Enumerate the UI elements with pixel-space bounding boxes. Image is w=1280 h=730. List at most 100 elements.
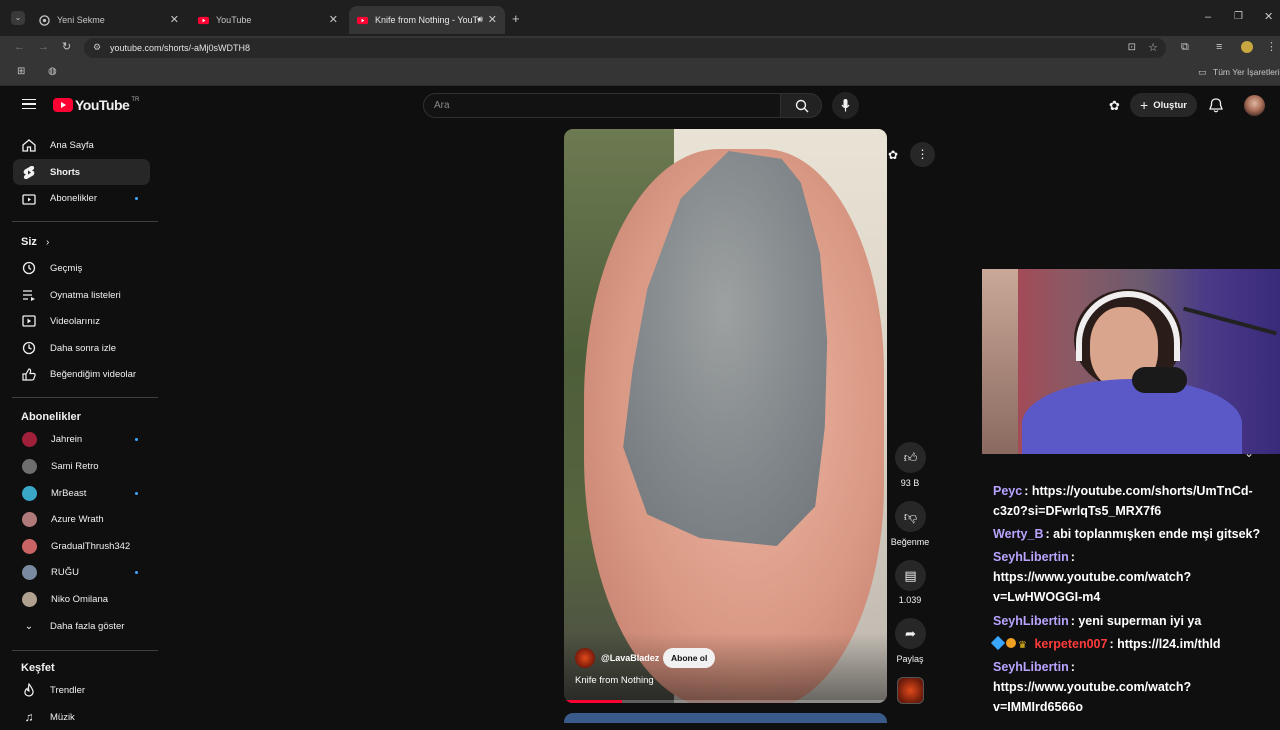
cam-microphone	[1132, 367, 1187, 393]
new-content-dot	[135, 438, 138, 441]
sidebar-item-watch-later[interactable]: Daha sonra izle	[13, 335, 150, 361]
extensions-icon[interactable]: ⧉	[1181, 42, 1189, 53]
trending-icon	[21, 682, 37, 698]
sidebar-item-music[interactable]: ♫ Müzik	[13, 704, 150, 730]
tab-youtube[interactable]: YouTube ✕	[190, 6, 346, 34]
profile-icon[interactable]	[1241, 41, 1253, 53]
dislike-button[interactable]: 👎︎	[895, 501, 926, 532]
search-button[interactable]	[780, 93, 822, 118]
watch-later-icon	[21, 340, 37, 356]
comment-count: 1.039	[898, 595, 922, 605]
share-icon: ➦	[905, 625, 916, 641]
sidebar-item-history[interactable]: Geçmiş	[13, 255, 150, 281]
subscription-item-rugu[interactable]: RUĞU	[13, 559, 150, 585]
menu-icon[interactable]: ⋮	[1266, 42, 1277, 53]
tab-new-tab[interactable]: Yeni Sekme ✕	[31, 6, 187, 34]
tab-search-icon[interactable]: ⌄	[11, 11, 25, 25]
channel-avatar	[22, 431, 37, 447]
shorts-extension-icon[interactable]: ✿	[1109, 98, 1120, 114]
more-options-button[interactable]: ⋮	[910, 142, 935, 167]
browser-tab-bar: ⌄ Yeni Sekme ✕ YouTube ✕ Knife from Noth…	[0, 0, 1280, 36]
chat-scroll-down-icon[interactable]: ⌄	[1244, 446, 1254, 460]
next-short-preview[interactable]	[564, 713, 887, 723]
minimize-icon[interactable]: –	[1205, 12, 1211, 23]
chat-message-cont: v=IMMIrd6566o	[993, 700, 1083, 714]
forward-icon[interactable]: →	[38, 42, 49, 53]
channel-avatar[interactable]	[575, 648, 595, 668]
close-icon[interactable]: ✕	[170, 13, 179, 26]
install-icon[interactable]: ⊡	[1128, 42, 1136, 53]
share-button[interactable]: ➦	[895, 618, 926, 649]
all-bookmarks-link[interactable]: Tüm Yer İşaretleri	[1213, 68, 1280, 77]
subscription-item-azure-wrath[interactable]: Azure Wrath	[13, 506, 150, 532]
sidebar-item-shorts[interactable]: Shorts	[13, 159, 150, 185]
youtube-icon	[198, 16, 209, 24]
restore-icon[interactable]: ❐	[1234, 12, 1243, 22]
new-tab-icon[interactable]: +	[512, 12, 520, 25]
subscription-item-jahrein[interactable]: Jahrein	[13, 426, 150, 452]
create-button[interactable]: + Oluştur	[1130, 93, 1197, 117]
video-progress-bar[interactable]	[564, 700, 887, 703]
url-field[interactable]: ⚙ youtube.com/shorts/-aMj0sWDTH8 ⊡ ☆	[84, 38, 1166, 58]
tab-knife-from-nothing[interactable]: Knife from Nothing - YouTu 🔊︎ ✕	[349, 6, 505, 34]
video-bottom-shade	[564, 633, 887, 703]
sound-thumbnail[interactable]	[897, 677, 924, 704]
voice-search-button[interactable]	[832, 92, 859, 119]
globe-icon[interactable]: ◍	[48, 67, 57, 77]
account-avatar[interactable]	[1244, 95, 1265, 116]
subscribe-button[interactable]: Abone ol	[663, 648, 716, 668]
close-window-icon[interactable]: ✕	[1264, 12, 1273, 23]
dislike-label: Beğenme	[890, 537, 930, 547]
shorts-icon	[21, 164, 37, 180]
chrome-icon	[39, 14, 50, 26]
sidebar-item-your-videos[interactable]: Videolarınız	[13, 308, 150, 334]
subscription-item-sami-retro[interactable]: Sami Retro	[13, 453, 150, 479]
sidebar-divider	[12, 221, 158, 222]
channel-name: MrBeast	[51, 487, 87, 499]
streamer-webcam	[982, 269, 1280, 454]
back-icon[interactable]: ←	[14, 42, 25, 53]
share-label: Paylaş	[896, 654, 924, 664]
channel-name: RUĞU	[51, 566, 79, 578]
subscription-item-mrbeast[interactable]: MrBeast	[13, 480, 150, 506]
subscription-item-gradualthrush342[interactable]: GradualThrush342	[13, 533, 150, 559]
you-section-title[interactable]: Siz ›	[21, 236, 49, 248]
search-input[interactable]: Ara	[423, 93, 781, 118]
show-more-label: Daha fazla göster	[50, 620, 125, 632]
plus-icon: +	[1140, 97, 1149, 113]
channel-avatar	[22, 564, 37, 580]
like-button[interactable]: 👍︎	[895, 442, 926, 473]
close-icon[interactable]: ✕	[488, 13, 497, 26]
microphone-icon	[841, 99, 850, 112]
chevron-down-icon: ⌄	[24, 620, 34, 632]
chat-username: SeyhLibertin	[993, 660, 1069, 674]
sidebar-item-label: Beğendiğim videolar	[50, 368, 137, 380]
chat-text: : https://youtube.com/shorts/UmTnCd-	[1024, 484, 1253, 498]
notifications-bell-icon[interactable]	[1209, 98, 1223, 113]
comments-button[interactable]: ▤	[895, 560, 926, 591]
like-count: 93 B	[900, 478, 920, 488]
close-icon[interactable]: ✕	[329, 13, 338, 26]
apps-icon[interactable]: ⊞	[17, 67, 25, 77]
short-video-player[interactable]: @LavaBladez Abone ol Knife from Nothing	[564, 129, 887, 703]
site-info-icon[interactable]: ⚙	[93, 42, 101, 53]
sidebar-item-playlists[interactable]: Oynatma listeleri	[13, 282, 150, 308]
sidebar-item-liked-videos[interactable]: Beğendiğim videolar	[13, 361, 150, 387]
media-control-icon[interactable]: ≡	[1216, 42, 1222, 53]
sidebar-item-home[interactable]: Ana Sayfa	[13, 132, 150, 158]
bookmark-star-icon[interactable]: ☆	[1148, 41, 1158, 54]
sidebar-item-label: Abonelikler	[50, 192, 97, 204]
sidebar-item-subscriptions[interactable]: Abonelikler	[13, 185, 150, 211]
sidebar-item-label: Oynatma listeleri	[50, 289, 121, 301]
sidebar-item-label: Shorts	[50, 166, 81, 178]
reload-icon[interactable]: ↻	[62, 42, 71, 53]
subscriptions-icon	[21, 190, 37, 206]
channel-handle[interactable]: @LavaBladez	[601, 653, 659, 663]
sidebar-item-label: Trendler	[50, 684, 86, 696]
sidebar-item-trending[interactable]: Trendler	[13, 677, 150, 703]
subscription-item-niko-omilana[interactable]: Niko Omilana	[13, 586, 150, 612]
shorts-extension-icon[interactable]: ✿	[888, 148, 898, 162]
show-more-button[interactable]: ⌄ Daha fazla göster	[13, 613, 150, 639]
sidebar-divider	[12, 397, 158, 398]
new-content-dot	[135, 571, 138, 574]
